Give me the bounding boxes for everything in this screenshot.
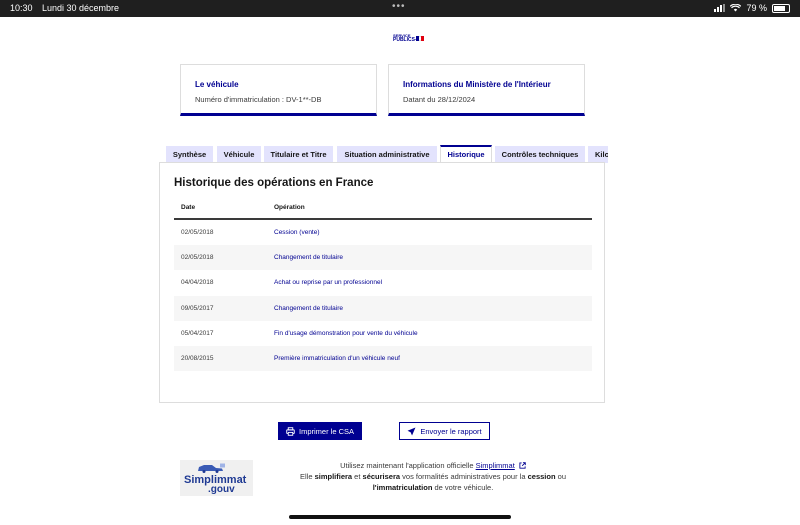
ministry-card-title: Informations du Ministère de l'Intérieur [403, 80, 551, 89]
simplimmat-link[interactable]: Simplimmat [476, 461, 515, 470]
battery-icon [772, 3, 790, 13]
table-row: 04/04/2018 Achat ou reprise par un profe… [174, 270, 592, 295]
ministry-data-date: Datant du 28/12/2024 [403, 95, 476, 104]
tab-controles-techniques[interactable]: Contrôles techniques [495, 146, 585, 163]
vehicle-plate-number: Numéro d'immatriculation : DV-1**-DB [195, 95, 322, 104]
promo-line-1: Utilisez maintenant l'application offici… [278, 460, 588, 471]
row-date: 09/05/2017 [181, 304, 214, 312]
vehicle-card: Le véhicule Numéro d'immatriculation : D… [180, 64, 377, 116]
printer-icon [286, 426, 295, 436]
status-bar: 10:30 Lundi 30 décembre ••• 79 % [0, 0, 800, 17]
row-date: 02/05/2018 [181, 229, 214, 236]
wifi-icon [730, 4, 742, 12]
ministry-card: Informations du Ministère de l'Intérieur… [388, 64, 585, 116]
multitasking-dots-icon[interactable]: ••• [392, 1, 406, 12]
table-row: 02/05/2018 Changement de titulaire [174, 245, 592, 271]
row-operation-link[interactable]: Changement de titulaire [274, 305, 343, 312]
row-date: 20/08/2015 [181, 354, 214, 362]
print-csa-button[interactable]: Imprimer le CSA [278, 422, 362, 440]
column-header-operation: Opération [274, 204, 305, 211]
history-title: Historique des opérations en France [174, 177, 374, 189]
send-icon [407, 427, 416, 435]
tab-historique[interactable]: Historique [440, 145, 492, 163]
history-panel: Historique des opérations en France Date… [159, 162, 605, 403]
table-row: 20/08/2015 Première immatriculation d'un… [174, 345, 592, 372]
history-table: Date Opération 02/05/2018 Cession (vente… [174, 199, 592, 372]
row-operation-link[interactable]: Cession (vente) [274, 229, 320, 236]
tab-situation-administrative[interactable]: Situation administrative [337, 146, 437, 163]
table-row: 09/05/2017 Changement de titulaire [174, 295, 592, 321]
external-link-icon[interactable] [519, 462, 526, 469]
table-row: 02/05/2018 Cession (vente) [174, 220, 592, 245]
row-operation-link[interactable]: Achat ou reprise par un professionnel [274, 279, 382, 286]
row-operation-link[interactable]: Changement de titulaire [274, 254, 343, 261]
home-indicator[interactable] [289, 515, 511, 519]
promo-line-3: l'immatriculation de votre véhicule. [372, 483, 494, 492]
simplimmat-logo[interactable]: Simplimmat .gouv [180, 460, 253, 496]
row-operation-link[interactable]: Fin d'usage démonstration pour vente du … [274, 330, 418, 337]
simplimmat-logo-gouv: .gouv [208, 484, 235, 495]
car-illustration-icon [198, 463, 225, 473]
service-public-logo[interactable]: SERVICE PUBLICS+ [393, 33, 427, 43]
row-operation-link[interactable]: Première immatriculation d'un véhicule n… [274, 355, 400, 362]
send-report-label: Envoyer le rapport [420, 426, 482, 436]
status-right: 79 % [714, 3, 790, 13]
status-time: 10:30 [10, 3, 33, 13]
french-flag-icon [416, 36, 425, 41]
simplimmat-promo-text: Utilisez maintenant l'application offici… [278, 460, 588, 493]
tab-vehicule[interactable]: Véhicule [217, 146, 261, 163]
print-csa-label: Imprimer le CSA [298, 426, 354, 436]
battery-percent: 79 % [746, 3, 767, 13]
tab-synthese[interactable]: Synthèse [166, 146, 213, 163]
status-date: Lundi 30 décembre [42, 3, 120, 13]
send-report-button[interactable]: Envoyer le rapport [399, 422, 490, 440]
cellular-signal-icon [714, 4, 726, 12]
vehicle-card-title: Le véhicule [195, 80, 239, 89]
tab-kilometrage[interactable]: Kilo [588, 146, 608, 163]
table-header: Date Opération [174, 199, 592, 220]
tab-titulaire-et-titre[interactable]: Titulaire et Titre [264, 146, 333, 163]
row-date: 04/04/2018 [181, 279, 214, 287]
row-date: 02/05/2018 [181, 254, 214, 262]
column-header-date: Date [181, 204, 196, 211]
row-date: 05/04/2017 [181, 329, 214, 337]
logo-line-2: PUBLICS+ [393, 37, 418, 43]
table-row: 05/04/2017 Fin d'usage démonstration pou… [174, 321, 592, 346]
promo-line-2: Elle simplifiera et sécurisera vos forma… [299, 472, 566, 481]
tab-bar: Synthèse Véhicule Titulaire et Titre Sit… [166, 145, 608, 163]
